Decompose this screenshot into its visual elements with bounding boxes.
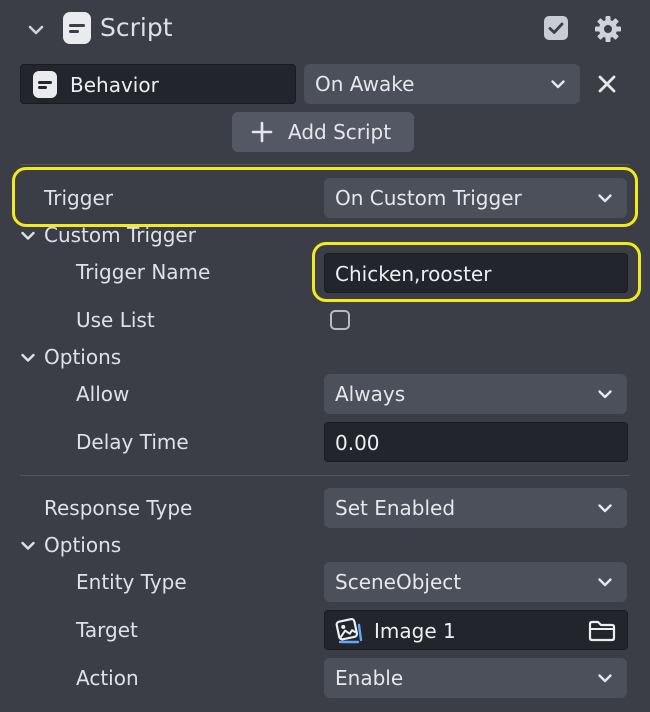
use-list-label: Use List	[76, 308, 155, 332]
event-value: On Awake	[315, 72, 415, 96]
collapse-chevron-icon[interactable]	[26, 20, 46, 40]
response-type-dropdown[interactable]: Set Enabled	[324, 488, 627, 528]
divider	[20, 164, 630, 165]
action-value: Enable	[335, 666, 404, 690]
action-dropdown[interactable]: Enable	[324, 658, 627, 698]
add-script-button[interactable]: Add Script	[232, 112, 414, 152]
section-chevron-icon[interactable]	[20, 538, 36, 554]
divider	[20, 475, 630, 476]
use-list-checkbox[interactable]	[330, 310, 350, 330]
script-asset-field[interactable]: Behavior	[20, 64, 296, 104]
delay-time-value: 0.00	[335, 431, 380, 455]
options-section-label: Options	[44, 533, 122, 557]
chevron-down-icon	[598, 674, 612, 683]
allow-label: Allow	[76, 382, 130, 406]
entity-type-label: Entity Type	[76, 570, 187, 594]
options-section-label: Options	[44, 345, 122, 369]
chevron-down-icon	[598, 578, 612, 587]
section-chevron-icon[interactable]	[20, 350, 36, 366]
trigger-highlight	[12, 167, 638, 227]
custom-trigger-section-label: Custom Trigger	[44, 223, 196, 247]
delay-time-label: Delay Time	[76, 430, 189, 454]
target-label: Target	[76, 618, 138, 642]
trigger-name-highlight	[312, 242, 641, 302]
chevron-down-icon	[551, 80, 565, 89]
delay-time-input[interactable]: 0.00	[324, 422, 628, 462]
check-icon	[548, 22, 564, 34]
allow-dropdown[interactable]: Always	[324, 374, 627, 414]
script-file-icon	[33, 71, 57, 98]
event-dropdown[interactable]: On Awake	[304, 64, 580, 104]
chevron-down-icon	[598, 504, 612, 513]
component-title: Script	[100, 13, 173, 42]
response-type-label: Response Type	[44, 496, 193, 520]
plus-icon	[251, 121, 273, 143]
chevron-down-icon	[598, 390, 612, 399]
enabled-checkbox[interactable]	[544, 16, 568, 40]
gear-icon[interactable]	[593, 14, 623, 44]
action-label: Action	[76, 666, 139, 690]
trigger-name-label: Trigger Name	[76, 260, 211, 284]
folder-icon[interactable]	[587, 619, 617, 643]
section-chevron-icon[interactable]	[20, 228, 36, 244]
target-field[interactable]: Image 1	[324, 610, 628, 650]
script-file-icon	[63, 12, 91, 44]
add-script-label: Add Script	[288, 120, 392, 144]
remove-script-icon[interactable]	[597, 74, 617, 94]
allow-value: Always	[335, 382, 406, 406]
entity-type-dropdown[interactable]: SceneObject	[324, 562, 627, 602]
entity-type-value: SceneObject	[335, 570, 462, 594]
response-type-value: Set Enabled	[335, 496, 456, 520]
target-value: Image 1	[374, 619, 456, 643]
script-asset-name: Behavior	[70, 73, 159, 97]
image-component-icon	[335, 618, 363, 644]
